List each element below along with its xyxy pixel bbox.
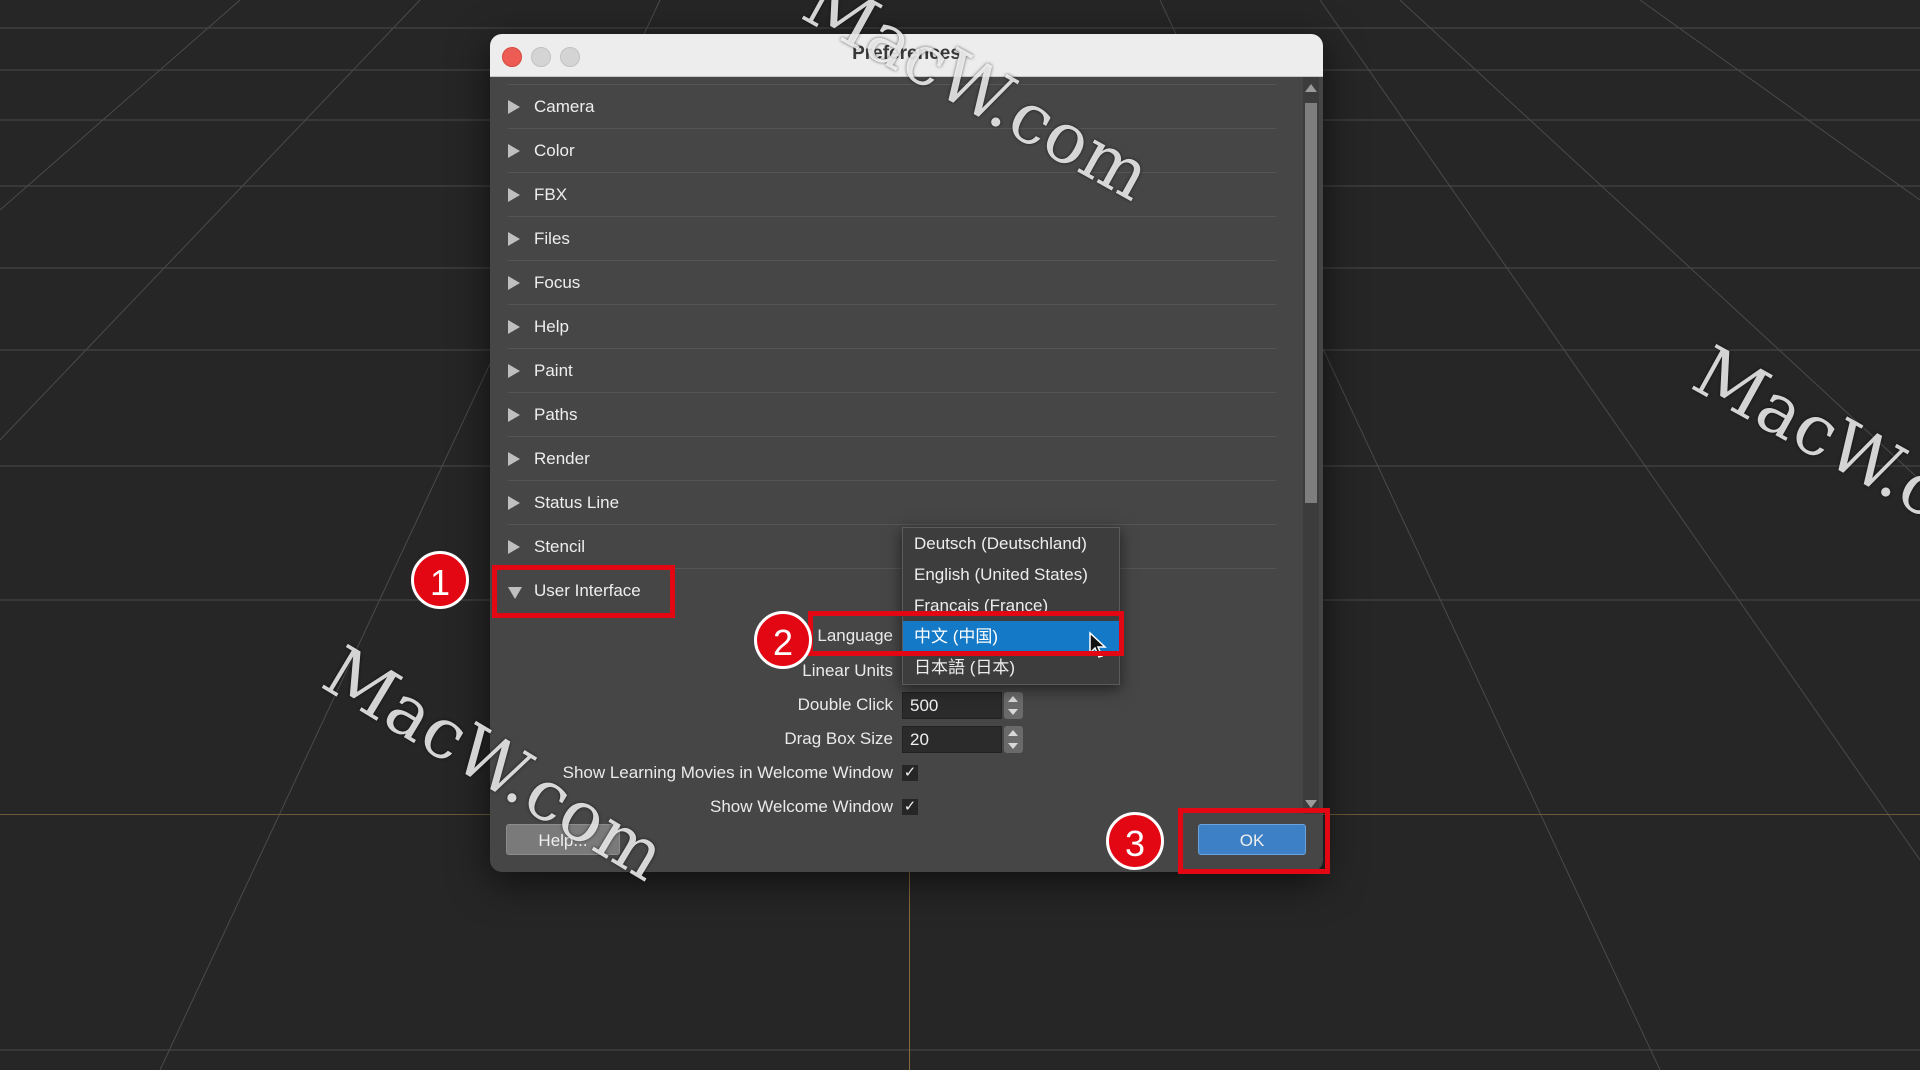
category-label: Render bbox=[534, 449, 590, 468]
scrollbar-thumb[interactable] bbox=[1305, 103, 1317, 503]
double-click-input[interactable] bbox=[902, 692, 1002, 719]
category-label: Help bbox=[534, 317, 569, 336]
show-learning-movies-checkbox[interactable]: ✓ bbox=[902, 765, 918, 781]
category-label: Paths bbox=[534, 405, 578, 424]
highlight-box-ok bbox=[1178, 808, 1330, 874]
disclosure-arrow-icon[interactable] bbox=[508, 452, 520, 466]
category-row-status-line[interactable]: Status Line bbox=[508, 480, 1276, 524]
category-row-camera[interactable]: Camera bbox=[508, 84, 1276, 128]
category-row-stencil[interactable]: Stencil bbox=[508, 524, 1276, 568]
category-label: Status Line bbox=[534, 493, 620, 512]
disclosure-arrow-icon[interactable] bbox=[508, 144, 520, 158]
highlight-box-user-interface bbox=[492, 565, 675, 618]
drag-box-size-label: Drag Box Size bbox=[784, 729, 893, 748]
category-label: Paint bbox=[534, 361, 573, 380]
vertical-scrollbar[interactable] bbox=[1303, 77, 1319, 814]
category-label: FBX bbox=[534, 185, 568, 204]
category-label: Color bbox=[534, 141, 575, 160]
language-option[interactable]: Deutsch (Deutschland) bbox=[903, 528, 1119, 559]
disclosure-arrow-icon[interactable] bbox=[508, 188, 520, 202]
show-learning-movies-label: Show Learning Movies in Welcome Window bbox=[562, 763, 893, 782]
scroll-up-arrow-icon[interactable] bbox=[1305, 84, 1317, 92]
highlight-box-language bbox=[808, 611, 1124, 656]
category-label: Stencil bbox=[534, 537, 586, 556]
disclosure-arrow-icon[interactable] bbox=[508, 100, 520, 114]
show-welcome-window-checkbox[interactable]: ✓ bbox=[902, 799, 918, 815]
disclosure-arrow-icon[interactable] bbox=[508, 540, 520, 554]
category-label: Focus bbox=[534, 273, 581, 292]
category-row-files[interactable]: Files bbox=[508, 216, 1276, 260]
category-row-paths[interactable]: Paths bbox=[508, 392, 1276, 436]
category-label: Camera bbox=[534, 97, 595, 116]
double-click-label: Double Click bbox=[797, 695, 893, 714]
disclosure-arrow-icon[interactable] bbox=[508, 364, 520, 378]
category-row-focus[interactable]: Focus bbox=[508, 260, 1276, 304]
vertical-guide-line bbox=[909, 872, 910, 1070]
step-badge-2: 2 bbox=[754, 611, 812, 669]
step-badge-1: 1 bbox=[411, 551, 469, 609]
drag-box-size-input[interactable] bbox=[902, 726, 1002, 753]
disclosure-arrow-icon[interactable] bbox=[508, 232, 520, 246]
drag-box-size-stepper[interactable] bbox=[1004, 726, 1023, 753]
category-row-help[interactable]: Help bbox=[508, 304, 1276, 348]
step-badge-3: 3 bbox=[1106, 812, 1164, 870]
category-row-paint[interactable]: Paint bbox=[508, 348, 1276, 392]
disclosure-arrow-icon[interactable] bbox=[508, 496, 520, 510]
category-row-fbx[interactable]: FBX bbox=[508, 172, 1276, 216]
disclosure-arrow-icon[interactable] bbox=[508, 276, 520, 290]
language-option[interactable]: English (United States) bbox=[903, 559, 1119, 590]
linear-units-label: Linear Units bbox=[802, 661, 893, 680]
disclosure-arrow-icon[interactable] bbox=[508, 320, 520, 334]
double-click-stepper[interactable] bbox=[1004, 692, 1023, 719]
category-row-render[interactable]: Render bbox=[508, 436, 1276, 480]
category-label: Files bbox=[534, 229, 570, 248]
scroll-down-arrow-icon[interactable] bbox=[1305, 800, 1317, 808]
show-welcome-window-label: Show Welcome Window bbox=[710, 797, 893, 816]
language-dropdown-menu[interactable]: Deutsch (Deutschland) English (United St… bbox=[902, 527, 1120, 685]
language-option[interactable]: 日本語 (日本) bbox=[903, 652, 1119, 683]
preferences-dialog: Preferences Camera Color FBX Files Focus… bbox=[490, 34, 1323, 872]
disclosure-arrow-icon[interactable] bbox=[508, 408, 520, 422]
